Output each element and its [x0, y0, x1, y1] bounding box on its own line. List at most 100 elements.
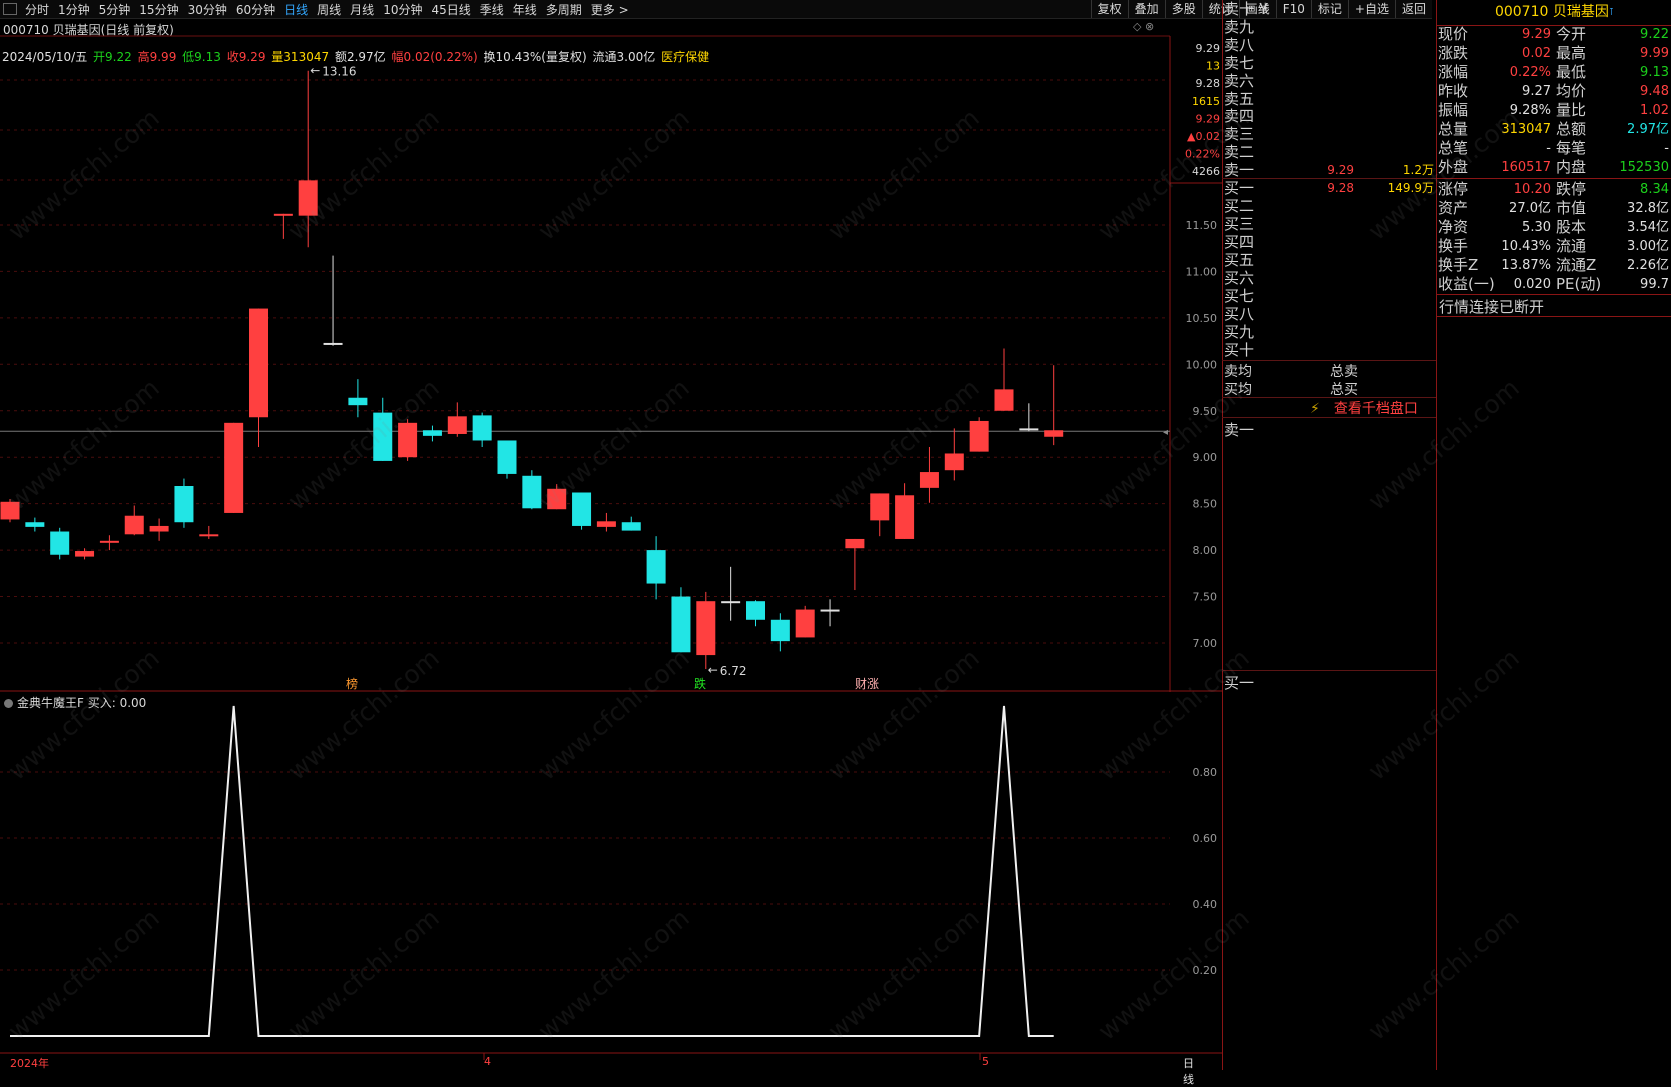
quote-label: 换手Z: [1438, 256, 1479, 274]
candle-body[interactable]: [770, 619, 790, 642]
candle-body[interactable]: [671, 596, 691, 653]
book-divider: [1222, 178, 1436, 179]
candle-body[interactable]: [174, 485, 194, 523]
candle-body[interactable]: [0, 501, 20, 520]
sell-level-row[interactable]: 卖八: [1224, 36, 1434, 54]
sell-level-row[interactable]: 卖十 ¥: [1224, 0, 1434, 18]
quote-value: 2.26亿: [1627, 258, 1669, 273]
sell-level-row[interactable]: 卖一 9.29 1.2万: [1224, 161, 1434, 179]
event-marker[interactable]: 财涨: [855, 676, 879, 691]
candle-body[interactable]: [249, 308, 268, 418]
quote-value: 0.22%: [1509, 65, 1551, 80]
candle-body[interactable]: [1019, 428, 1039, 431]
candle-body[interactable]: [124, 515, 144, 535]
candle-body[interactable]: [596, 521, 616, 527]
buy-level-row[interactable]: 买四: [1224, 233, 1434, 251]
candle-body[interactable]: [199, 534, 219, 537]
candle-body[interactable]: [149, 525, 169, 532]
candle-body[interactable]: [621, 522, 641, 531]
candle-body[interactable]: [348, 397, 368, 406]
candle-body[interactable]: [298, 180, 318, 216]
level-volume: 1.2万: [1402, 163, 1434, 178]
candle-body[interactable]: [646, 550, 666, 584]
buy-level-row[interactable]: 买五: [1224, 251, 1434, 269]
buy-level-row[interactable]: 买三: [1224, 215, 1434, 233]
candle-body[interactable]: [994, 389, 1014, 411]
candle-body[interactable]: [323, 342, 343, 345]
candle-body[interactable]: [99, 540, 119, 543]
connection-status: 行情连接已断开: [1439, 298, 1545, 316]
candle-body[interactable]: [845, 538, 865, 549]
quote-header[interactable]: 000710 贝瑞基因⊺: [1437, 0, 1671, 26]
indicator-tick-label: 0.60: [1193, 832, 1218, 845]
candle-body[interactable]: [820, 609, 840, 612]
sell-level-row[interactable]: 卖二: [1224, 143, 1434, 161]
buy-level-row[interactable]: 买七: [1224, 287, 1434, 305]
candle-body[interactable]: [224, 422, 244, 513]
buy-level-row[interactable]: 买十: [1224, 341, 1434, 359]
high-price-label: 13.16: [322, 65, 356, 79]
quote-divider: [1436, 294, 1671, 295]
period-label[interactable]: 日线: [1183, 1055, 1194, 1087]
level-label: 卖十 ¥: [1224, 0, 1269, 18]
candle-body[interactable]: [547, 488, 567, 510]
sell-level-row[interactable]: 卖九: [1224, 18, 1434, 36]
queue-buy-label: 买一: [1224, 674, 1255, 692]
candle-body[interactable]: [398, 422, 418, 458]
candlestick-chart[interactable]: 11.50 11.00 10.50 10.00 9.50 9.00 8.50 8.00 7.50…: [0, 0, 1222, 692]
candle-body[interactable]: [273, 213, 293, 216]
quote-value: 10.43%: [1501, 239, 1551, 254]
sell-level-row[interactable]: 卖五: [1224, 90, 1434, 108]
candle-body[interactable]: [919, 472, 939, 488]
candle-body[interactable]: [75, 551, 95, 557]
candle-body[interactable]: [721, 601, 741, 604]
buy-level-row[interactable]: 买八: [1224, 305, 1434, 323]
quote-value: 1.02: [1640, 103, 1669, 118]
total-buy-label: 总买: [1330, 382, 1358, 398]
candle-body[interactable]: [422, 430, 442, 436]
quote-row: 总量 313047 总额 2.97亿: [1438, 120, 1669, 139]
candle-body[interactable]: [870, 493, 890, 521]
sell-level-row[interactable]: 卖三: [1224, 125, 1434, 143]
view-depth-button[interactable]: ⚡ 查看千档盘口: [1310, 398, 1418, 418]
level-label: 买二: [1224, 197, 1255, 215]
quote-label: 总笔: [1438, 139, 1469, 157]
candle-body[interactable]: [25, 522, 45, 527]
sell-level-row[interactable]: 卖四: [1224, 107, 1434, 125]
candle-body[interactable]: [522, 475, 542, 509]
event-marker[interactable]: 榜: [346, 676, 358, 691]
event-marker[interactable]: 跌: [694, 676, 706, 691]
price-tick-label: 9.50: [1193, 405, 1218, 418]
quote-label: 均价: [1556, 82, 1587, 100]
candle-body[interactable]: [373, 412, 393, 461]
candle-body[interactable]: [50, 531, 70, 555]
candle-body[interactable]: [746, 601, 765, 620]
quote-row: 净资 5.30 股本 3.54亿: [1438, 218, 1669, 237]
buy-level-row[interactable]: 买六: [1224, 269, 1434, 287]
candle-body[interactable]: [696, 601, 716, 656]
sell-level-row[interactable]: 卖七: [1224, 54, 1434, 72]
sell-level-row[interactable]: 卖六: [1224, 72, 1434, 90]
total-sell-label: 总卖: [1330, 364, 1358, 380]
quote-label: 流通: [1556, 237, 1587, 255]
buy-level-row[interactable]: 买一 9.28 149.9万: [1224, 179, 1434, 197]
buy-level-row[interactable]: 买九: [1224, 323, 1434, 341]
candle-body[interactable]: [572, 492, 592, 526]
buy-level-row[interactable]: 买二: [1224, 197, 1434, 215]
quote-row: 涨停 10.20 跌停 8.34: [1438, 180, 1669, 199]
quote-value: -: [1664, 141, 1669, 156]
axis-quote-value: 9.29: [1196, 112, 1221, 125]
candle-body[interactable]: [895, 495, 915, 539]
candle-body[interactable]: [944, 453, 964, 471]
candle-body[interactable]: [497, 440, 517, 474]
quote-label: 最低: [1556, 63, 1587, 81]
quote-row: 换手 10.43% 流通 3.00亿: [1438, 237, 1669, 256]
indicator-chart[interactable]: 0.80 0.60 0.40 0.20: [0, 692, 1222, 1070]
candle-body[interactable]: [1044, 430, 1064, 437]
candle-body[interactable]: [795, 609, 815, 638]
candle-body[interactable]: [472, 415, 492, 441]
quote-value: 9.22: [1640, 27, 1669, 42]
candle-body[interactable]: [969, 420, 989, 452]
candle-body[interactable]: [447, 416, 467, 434]
level-label: 卖九: [1224, 17, 1255, 36]
